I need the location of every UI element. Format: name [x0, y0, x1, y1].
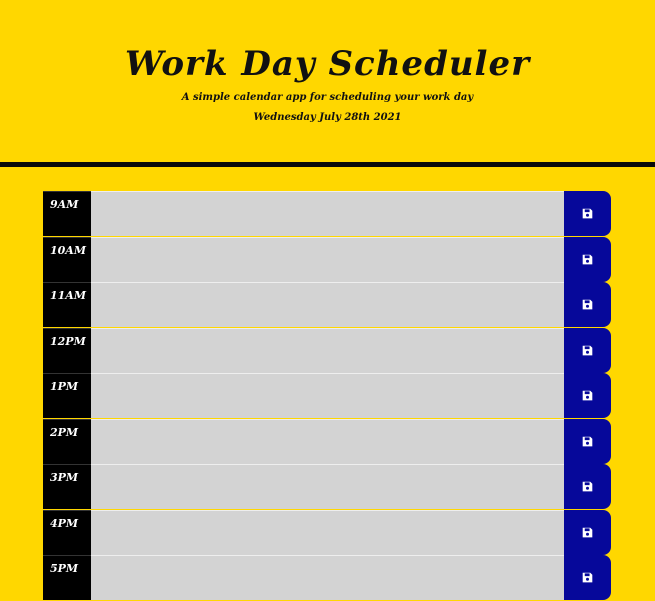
hour-label: 11AM — [43, 282, 91, 327]
time-block-row: 4PM — [43, 509, 611, 555]
floppy-disk-icon — [582, 254, 593, 265]
time-block-row: 11AM — [43, 282, 611, 327]
save-button[interactable] — [564, 464, 611, 509]
event-description-input[interactable] — [91, 555, 564, 600]
floppy-disk-icon — [582, 299, 593, 310]
hour-label: 4PM — [43, 509, 91, 555]
hour-label: 5PM — [43, 555, 91, 600]
current-day: Wednesday July 28th 2021 — [253, 112, 402, 123]
floppy-disk-icon — [582, 527, 593, 538]
hour-label: 12PM — [43, 327, 91, 373]
time-block-row: 10AM — [43, 236, 611, 282]
event-description-input[interactable] — [91, 327, 564, 373]
floppy-disk-icon — [582, 390, 593, 401]
hour-label: 1PM — [43, 373, 91, 418]
save-button[interactable] — [564, 509, 611, 555]
save-button[interactable] — [564, 327, 611, 373]
page-title: Work Day Scheduler — [124, 44, 531, 84]
event-description-input[interactable] — [91, 418, 564, 464]
floppy-disk-icon — [582, 345, 593, 356]
event-description-input[interactable] — [91, 464, 564, 509]
event-description-input[interactable] — [91, 236, 564, 282]
schedule-container: 9AM 10AM 11AM 12PM 1PM 2PM 3PM 4PM 5PM — [43, 191, 611, 601]
save-button[interactable] — [564, 236, 611, 282]
floppy-disk-icon — [582, 572, 593, 583]
save-button[interactable] — [564, 191, 611, 236]
time-block-row: 5PM — [43, 555, 611, 600]
floppy-disk-icon — [582, 481, 593, 492]
hour-label: 3PM — [43, 464, 91, 509]
page-subtitle: A simple calendar app for scheduling you… — [181, 92, 474, 103]
time-block-row: 9AM — [43, 191, 611, 236]
event-description-input[interactable] — [91, 282, 564, 327]
save-button[interactable] — [564, 373, 611, 418]
hour-label: 10AM — [43, 236, 91, 282]
event-description-input[interactable] — [91, 191, 564, 236]
floppy-disk-icon — [582, 208, 593, 219]
floppy-disk-icon — [582, 436, 593, 447]
time-block-row: 12PM — [43, 327, 611, 373]
time-block-row: 2PM — [43, 418, 611, 464]
hour-label: 2PM — [43, 418, 91, 464]
event-description-input[interactable] — [91, 509, 564, 555]
save-button[interactable] — [564, 418, 611, 464]
time-block-row: 1PM — [43, 373, 611, 418]
time-block-row: 3PM — [43, 464, 611, 509]
header: Work Day Scheduler A simple calendar app… — [0, 0, 655, 167]
save-button[interactable] — [564, 555, 611, 600]
event-description-input[interactable] — [91, 373, 564, 418]
save-button[interactable] — [564, 282, 611, 327]
hour-label: 9AM — [43, 191, 91, 236]
